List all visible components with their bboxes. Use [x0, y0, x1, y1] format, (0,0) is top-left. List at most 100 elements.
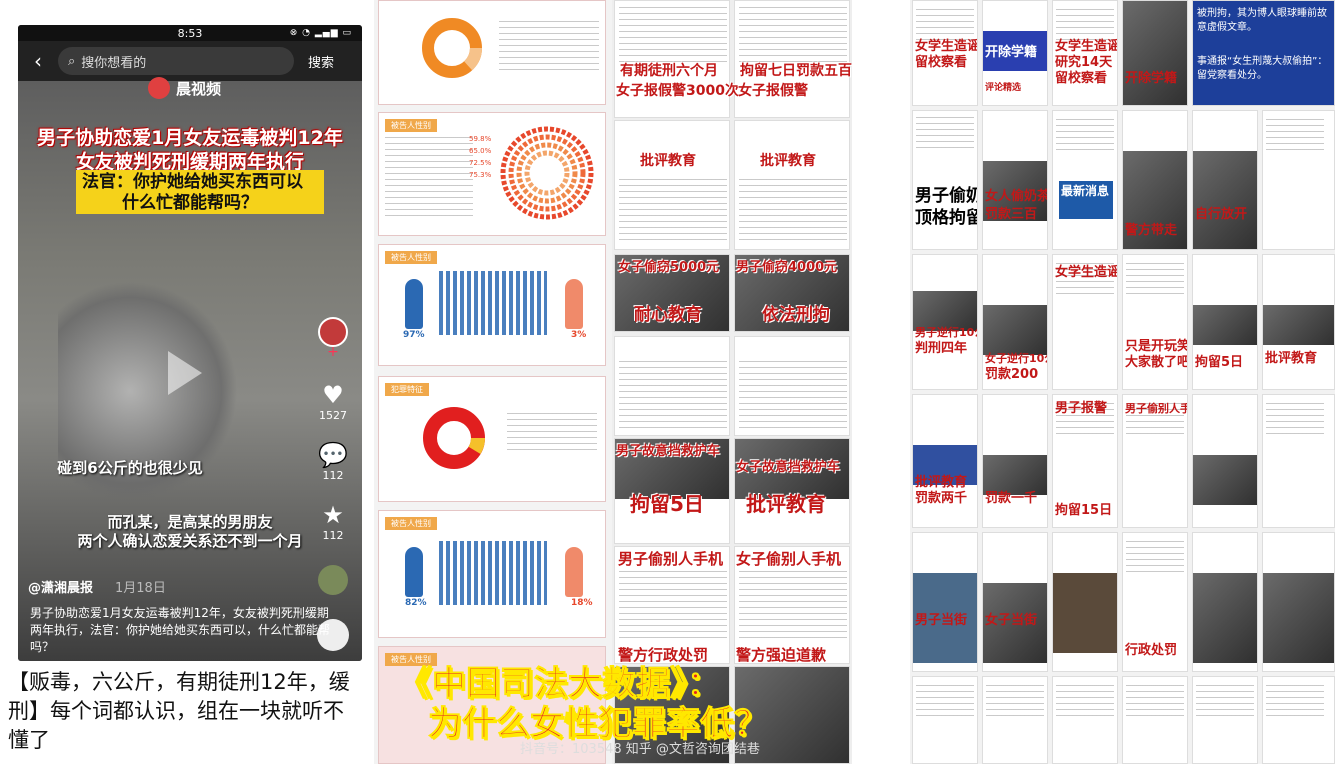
news-tile — [734, 336, 850, 436]
overlay-label: 批评教育 — [760, 153, 816, 169]
grid-tile — [1262, 110, 1335, 250]
back-arrow-icon[interactable]: ‹ — [18, 49, 58, 73]
grid-tile: 拘留5日 — [1192, 254, 1258, 390]
author-avatar[interactable]: + — [316, 317, 350, 359]
search-input[interactable]: ⌕ 搜你想看的 — [58, 47, 294, 75]
news-tile — [734, 120, 850, 250]
grid-tile — [1262, 394, 1335, 528]
video-headline-1: 男子协助恋爱1月女友运毒被判12年 — [37, 127, 343, 149]
grid-tile: 开除学籍 评论精选 — [982, 0, 1048, 106]
grid-tile: 女学生造谣 留校察看 — [912, 0, 978, 106]
info-card-tag: 被告人性别 — [385, 251, 437, 264]
post-date: 1月18日 — [115, 581, 166, 596]
comment-button[interactable]: 💬 112 — [316, 441, 350, 482]
search-button[interactable]: 搜索 — [308, 52, 334, 71]
donut-chart-icon — [422, 18, 482, 78]
concentric-rings-chart — [500, 126, 594, 220]
grid-tile: 女子逆行10公里罚款200 — [982, 254, 1048, 390]
overlay-title: 《中国司法大数据》： 为什么女性犯罪率低？ — [398, 664, 769, 745]
info-card-rings: 被告人性别 59.8% 65.0% 72.5% 75.3% — [378, 112, 606, 236]
overlay-label: 耐心教育 — [634, 305, 702, 325]
video-caption: 男子协助恋爱1月女友运毒被判12年，女友被判死刑缓期两年执行，法官：你护她给她买… — [30, 606, 331, 654]
overlay-label: 拘留5日 — [630, 492, 704, 516]
overlay-label: 拘留七日罚款五百 — [740, 63, 852, 79]
male-percent-1: 97% — [403, 330, 425, 340]
overlay-label: 警方强迫道歉 — [736, 646, 827, 664]
video-subtitle-1: 而孔某，是高某的男朋友 — [107, 513, 273, 531]
grid-tile: 男子逆行10公里判刑四年 — [912, 254, 978, 390]
info-card-tag: 犯罪特征 — [385, 383, 429, 396]
grid-tile — [1192, 394, 1258, 528]
comment-icon: 💬 — [318, 441, 348, 469]
info-card-tag: 被告人性别 — [385, 119, 437, 132]
grid-tile: 自行放开 — [1192, 110, 1258, 250]
overlay-label: 批评教育 — [746, 492, 826, 516]
info-text-lines — [385, 137, 473, 217]
overlay-label: 男子故意挡救护车 — [616, 444, 721, 459]
grid-tile: 男子偷别人手机 — [1122, 394, 1188, 528]
female-figure-icon — [565, 547, 583, 597]
overlay-label: 批评教育 — [640, 153, 696, 169]
grid-tile: 罚款一千 — [982, 394, 1048, 528]
info-card-tag: 被告人性别 — [385, 517, 437, 530]
overlay-label: 女子报假警 — [738, 83, 808, 99]
male-figure-icon — [405, 547, 423, 597]
grid-tile: 女学生造谣 — [1052, 254, 1118, 390]
grid-tile — [1122, 676, 1188, 764]
news-tile — [734, 0, 850, 118]
female-figure-icon — [565, 279, 583, 329]
donut-chart-icon — [423, 407, 485, 469]
like-button[interactable]: ♥ 1527 — [316, 381, 350, 422]
status-icons: ⊗ ◔ ▂▄▆ ▭ — [289, 28, 352, 38]
grid-tile: 警方带走 — [1122, 110, 1188, 250]
brand-name: 晨视频 — [176, 79, 222, 98]
info-card-gender-1: 被告人性别 97% 3% — [378, 244, 606, 366]
grid-tile: 批评教育 罚款两千 — [912, 394, 978, 528]
grid-tile: 女人偷奶茶 罚款三百 — [982, 110, 1048, 250]
female-percent-2: 18% — [571, 598, 593, 608]
music-disc-icon[interactable] — [316, 565, 350, 595]
grid-tile — [1192, 676, 1258, 764]
overlay-label: 女子偷窃5000元 — [618, 260, 720, 275]
news-collage: 有期徒刑六个月 拘留七日罚款五百 女子报假警3000次 女子报假警 批评教育 批… — [612, 0, 852, 764]
people-grid-icon — [439, 271, 547, 335]
search-icon: ⌕ — [68, 53, 76, 69]
grid-tile: 只是开玩笑 大家散了吧 — [1122, 254, 1188, 390]
overlay-label: 女子报假警3000次 — [616, 83, 739, 99]
video-subtitle-2: 两个人确认恋爱关系还不到一个月 — [77, 532, 303, 550]
overlay-label: 有期徒刑六个月 — [620, 63, 718, 79]
overlay-label: 警方行政处罚 — [618, 646, 709, 664]
grid-tile-blue: 被刑拘，其为博人眼球睡前故意虚假文章。 事通报“女生刑蔑大叔偷拍”：留党察看处分… — [1192, 0, 1335, 106]
search-bar: ‹ ⌕ 搜你想看的 搜索 — [18, 41, 362, 81]
search-placeholder: 搜你想看的 — [81, 55, 147, 71]
grid-tile: 男子偷奶茶顶格拘留 — [912, 110, 978, 250]
grid-tile: 女学生造谣 研究14天 留校察看 — [1052, 0, 1118, 106]
overlay-title-line1: 《中国司法大数据》： — [398, 664, 722, 705]
judge-question-line1: 法官：你护她给她买东西可以 — [82, 172, 303, 192]
overlay-label: 男子偷别人手机 — [618, 550, 724, 568]
grid-tile: 男子当街 — [912, 532, 978, 672]
grid-tile — [982, 676, 1048, 764]
info-text-lines — [499, 21, 599, 71]
grid-tile: 最新消息 — [1052, 110, 1118, 250]
people-grid-icon — [439, 541, 547, 605]
author-handle[interactable]: @潇湘晨报 1月18日 — [28, 577, 166, 596]
brand-logo: 晨视频 — [148, 77, 221, 99]
status-bar: 8:53 ⊗ ◔ ▂▄▆ ▭ — [18, 25, 362, 41]
play-icon[interactable] — [168, 351, 202, 395]
grid-tile — [1052, 676, 1118, 764]
info-card-donut-1 — [378, 0, 606, 105]
grid-tile — [1192, 532, 1258, 672]
news-grid: 女学生造谣 留校察看 开除学籍 评论精选 女学生造谣 研究14天 留校察看 开除学籍 被… — [910, 0, 1335, 764]
male-figure-icon — [405, 279, 423, 329]
grid-tile: 行政处罚 — [1122, 532, 1188, 672]
news-tile — [614, 336, 730, 436]
info-card-gender-2: 被告人性别 82% 18% — [378, 510, 606, 638]
info-text-lines — [507, 413, 597, 453]
watermark: 抖音号：103548 知乎 @文哲咨询团结巷 — [520, 742, 760, 757]
info-card-donut-2: 犯罪特征 — [378, 376, 606, 502]
video-subtitle-top: 碰到6公斤的也很少见 — [57, 459, 203, 477]
grid-tile — [1262, 676, 1335, 764]
ring-percent-labels: 59.8% 65.0% 72.5% 75.3% — [469, 135, 492, 179]
like-count: 1527 — [319, 409, 347, 422]
